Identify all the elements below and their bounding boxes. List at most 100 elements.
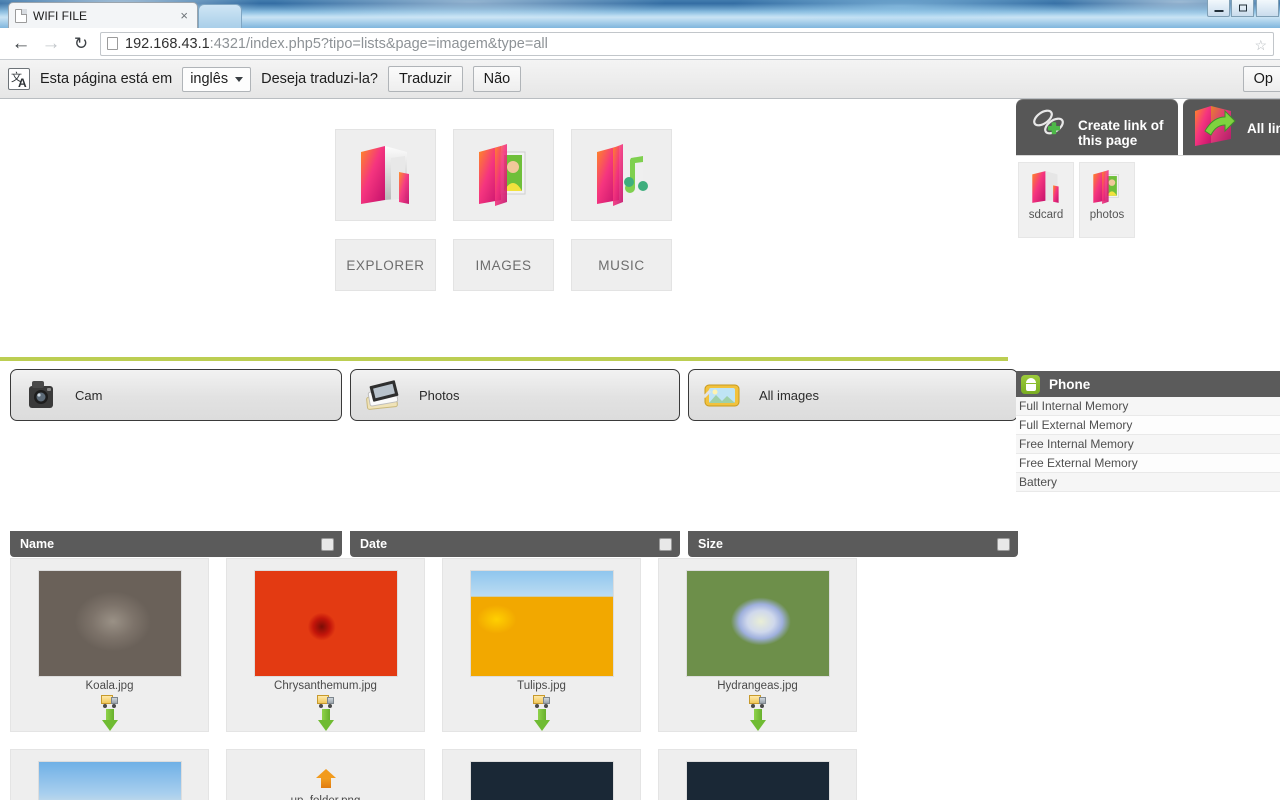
transfer-icon[interactable]	[316, 693, 335, 708]
main-folder-buttons: EXPLORER IMAGES MUSIC	[335, 129, 672, 291]
column-header-date-label: Date	[360, 537, 388, 551]
file-item[interactable]: Penguins.jpg	[658, 749, 857, 800]
back-icon[interactable]: ←	[6, 29, 36, 59]
shortcut-sdcard[interactable]: sdcard	[1018, 162, 1074, 238]
file-grid-container[interactable]: Koala.jpg Chrysanthemum.jpg Tulips.jpg H…	[10, 558, 1000, 800]
folder-music-icon[interactable]	[571, 129, 672, 221]
file-name: Hydrangeas.jpg	[717, 680, 798, 692]
reload-icon[interactable]: ↻	[66, 29, 96, 59]
column-header-name-label: Name	[20, 537, 55, 551]
tab-all-images-label: All images	[759, 387, 819, 403]
link-panel-tabs: Create link of this page All link	[1016, 99, 1280, 155]
download-icon[interactable]	[317, 709, 334, 731]
all-links-button[interactable]: All link	[1183, 99, 1280, 155]
select-all-date-checkbox[interactable]	[659, 537, 672, 551]
phone-panel: Phone Full Internal Memory Full External…	[1016, 371, 1280, 492]
folder-label-music[interactable]: MUSIC	[571, 239, 672, 291]
file-item-up-folder[interactable]: up_folder.png	[226, 749, 425, 800]
site-icon	[107, 37, 118, 50]
file-actions	[532, 693, 551, 731]
transfer-icon[interactable]	[748, 693, 767, 708]
window-titlebar: WIFI FILE ×	[0, 0, 1280, 28]
phone-stat-label: Free External Memory	[1019, 456, 1138, 470]
close-window-button[interactable]	[1256, 0, 1279, 17]
address-bar[interactable]: 192.168.43.1:4321/index.php5?tipo=lists&…	[100, 31, 1274, 56]
list-item: Full Internal Memory	[1016, 397, 1280, 416]
phone-stat-label: Battery	[1019, 475, 1058, 489]
address-bar-url: 192.168.43.1:4321/index.php5?tipo=lists&…	[125, 36, 548, 52]
tab-all-images[interactable]: All images	[688, 369, 1018, 421]
tab-photos[interactable]: Photos	[350, 369, 680, 421]
translate-button[interactable]: Traduzir	[387, 66, 463, 92]
tab-cam[interactable]: Cam	[10, 369, 342, 421]
phone-stat-label: Full External Memory	[1019, 418, 1133, 432]
source-language-select[interactable]: inglês	[182, 66, 252, 92]
file-item[interactable]: Chrysanthemum.jpg	[226, 558, 425, 732]
folder-explorer-icon[interactable]	[335, 129, 436, 221]
page-content: EXPLORER IMAGES MUSIC Create link of thi…	[0, 99, 1280, 800]
browser-tab[interactable]: WIFI FILE ×	[8, 2, 198, 28]
decline-translate-button[interactable]: Não	[472, 66, 522, 92]
shortcut-photos[interactable]: photos	[1079, 162, 1135, 238]
file-item[interactable]: Desert.jpg	[10, 749, 209, 800]
up-folder-icon[interactable]	[315, 768, 337, 790]
phone-panel-header: Phone	[1016, 371, 1280, 397]
translate-options-button[interactable]: Op	[1242, 66, 1280, 92]
file-item[interactable]: Tulips.jpg	[442, 558, 641, 732]
select-all-name-checkbox[interactable]	[321, 537, 334, 551]
maximize-button[interactable]	[1231, 0, 1254, 17]
file-thumbnail[interactable]	[253, 570, 398, 678]
category-tabs: Cam Photos All images	[10, 369, 1018, 421]
android-icon	[1021, 374, 1040, 394]
new-tab-button[interactable]	[198, 4, 242, 28]
transfer-icon[interactable]	[532, 693, 551, 708]
file-thumbnail[interactable]	[469, 570, 614, 678]
file-name: Tulips.jpg	[517, 680, 566, 692]
folder-images-icon[interactable]	[453, 129, 554, 221]
list-item: Battery	[1016, 473, 1280, 492]
source-language-value: inglês	[190, 71, 229, 87]
chevron-down-icon	[235, 76, 244, 82]
file-thumbnail[interactable]	[685, 761, 830, 800]
file-thumbnail[interactable]	[37, 570, 182, 678]
folder-images-icon	[1093, 170, 1119, 204]
translate-message-prefix: Esta página está em	[40, 71, 173, 87]
bookmark-star-icon[interactable]: ☆	[1254, 37, 1267, 54]
page-favicon-icon	[15, 8, 27, 23]
folder-label-images[interactable]: IMAGES	[453, 239, 554, 291]
column-header-date[interactable]: Date	[350, 531, 680, 557]
file-item[interactable]: Penguins.jpg	[442, 749, 641, 800]
folder-button-explorer[interactable]: EXPLORER	[335, 129, 436, 291]
create-link-button[interactable]: Create link of this page	[1016, 99, 1178, 155]
all-links-folder-icon	[1195, 106, 1236, 146]
forward-icon[interactable]: →	[36, 29, 66, 59]
file-thumbnail[interactable]	[37, 761, 182, 800]
download-icon[interactable]	[101, 709, 118, 731]
all-images-icon	[703, 384, 740, 407]
file-item[interactable]: Hydrangeas.jpg	[658, 558, 857, 732]
translate-message-suffix: Deseja traduzi-la?	[261, 71, 378, 87]
link-plus-icon	[1033, 109, 1064, 135]
window-controls	[1207, 0, 1280, 18]
select-all-size-checkbox[interactable]	[997, 537, 1010, 551]
folder-label-explorer[interactable]: EXPLORER	[335, 239, 436, 291]
folder-explorer-glyph	[360, 146, 409, 204]
column-header-size[interactable]: Size	[688, 531, 1018, 557]
link-panel: Create link of this page All link sdcard	[1016, 99, 1280, 238]
list-item: Free Internal Memory	[1016, 435, 1280, 454]
tab-photos-label: Photos	[419, 387, 460, 403]
download-icon[interactable]	[533, 709, 550, 731]
translate-icon: 文 A	[8, 68, 30, 90]
file-thumbnail[interactable]	[685, 570, 830, 678]
folder-button-music[interactable]: MUSIC	[571, 129, 672, 291]
transfer-icon[interactable]	[100, 693, 119, 708]
folder-explorer-icon	[1032, 171, 1059, 203]
folder-button-images[interactable]: IMAGES	[453, 129, 554, 291]
file-actions	[100, 693, 119, 731]
column-header-name[interactable]: Name	[10, 531, 342, 557]
file-thumbnail[interactable]	[469, 761, 614, 800]
file-item[interactable]: Koala.jpg	[10, 558, 209, 732]
minimize-button[interactable]	[1207, 0, 1230, 17]
download-icon[interactable]	[749, 709, 766, 731]
close-icon[interactable]: ×	[177, 9, 191, 22]
